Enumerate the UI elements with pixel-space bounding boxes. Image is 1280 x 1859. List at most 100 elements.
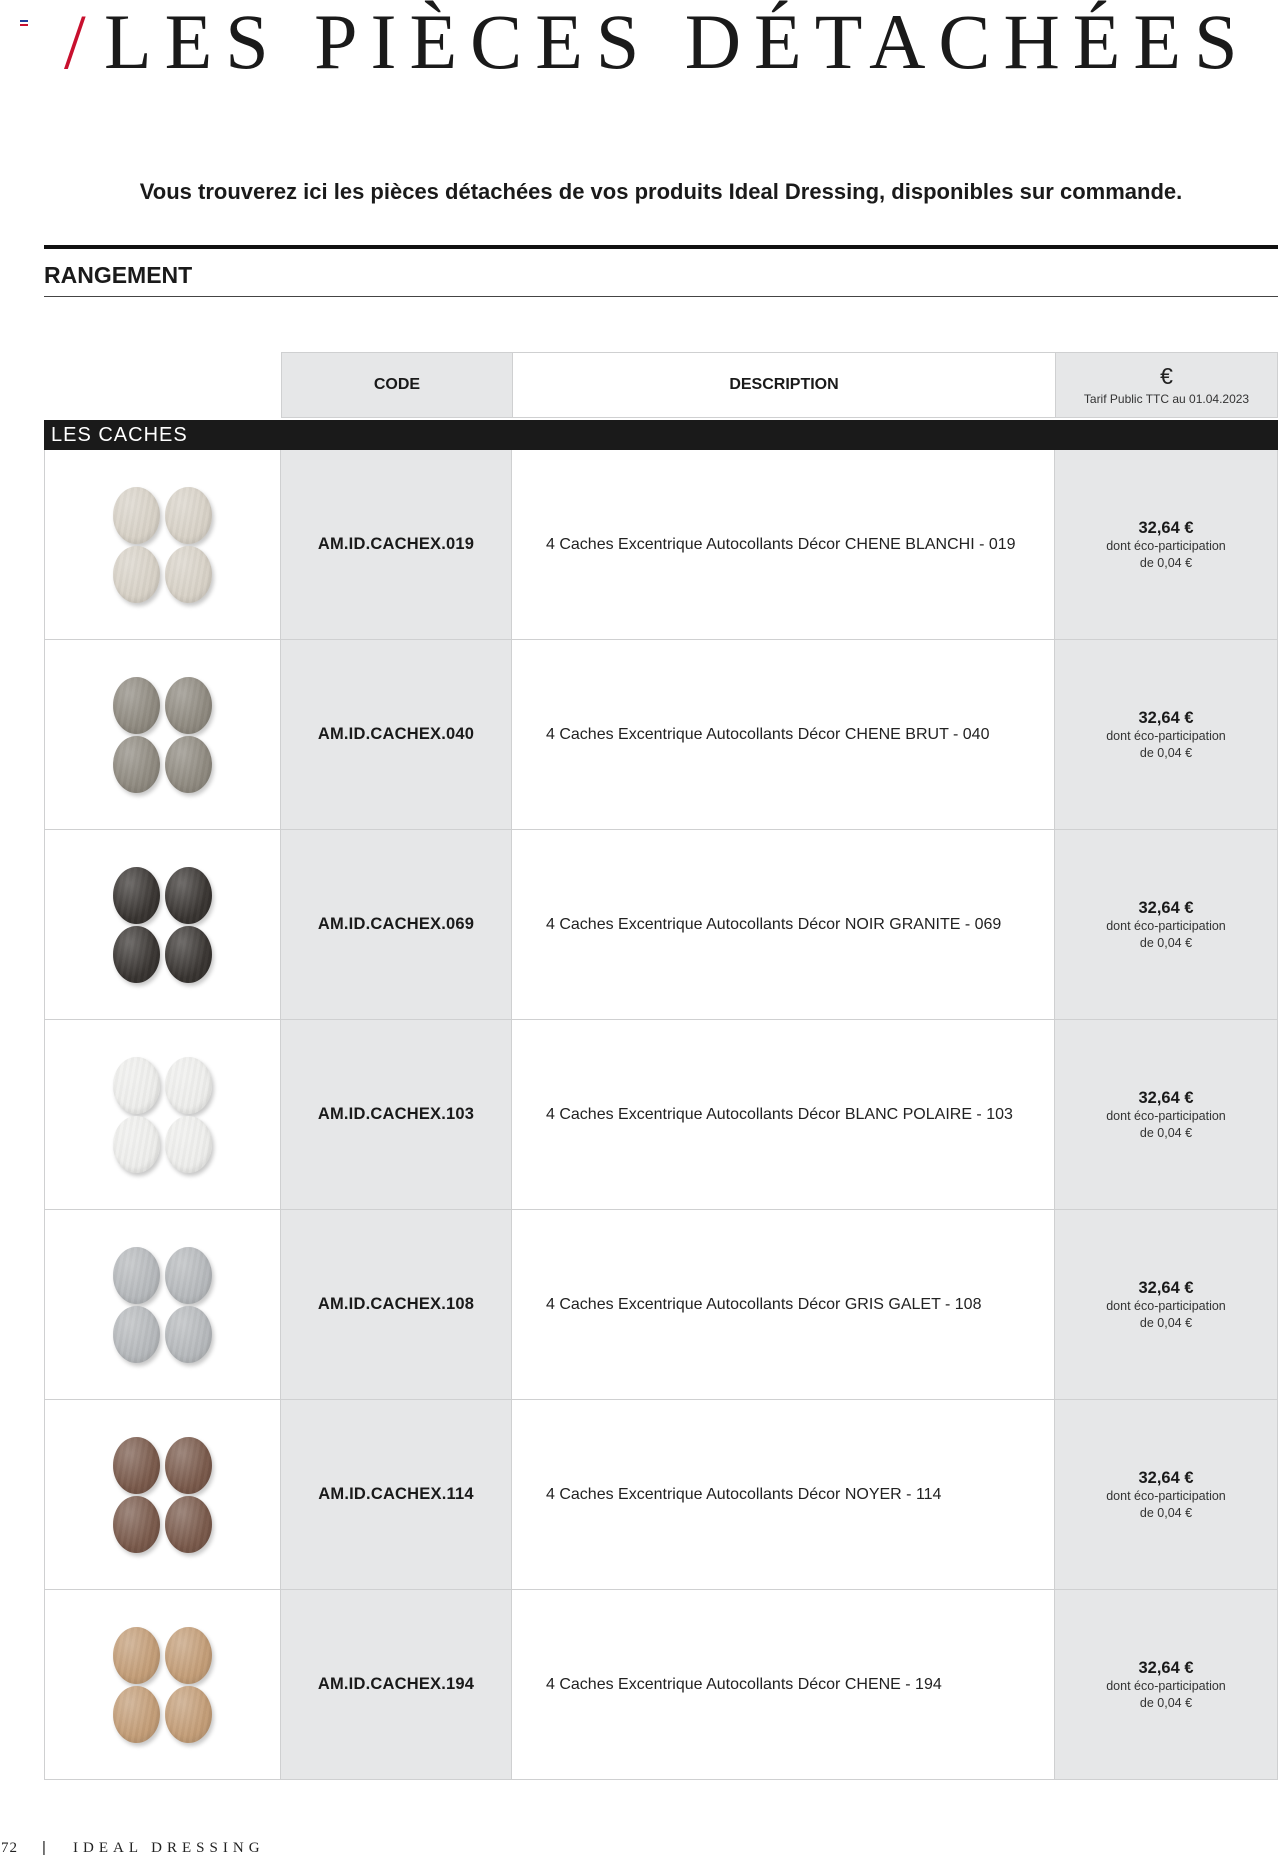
cache-oval [113, 1056, 160, 1114]
product-price: 32,64 € [1138, 1658, 1194, 1677]
header-price: € Tarif Public TTC au 01.04.2023 [1055, 352, 1278, 418]
product-image [44, 1210, 281, 1399]
product-code: AM.ID.CACHEX.194 [281, 1590, 512, 1779]
table-row: AM.ID.CACHEX.019 4 Caches Excentrique Aut… [44, 450, 1278, 640]
product-code: AM.ID.CACHEX.108 [281, 1210, 512, 1399]
flag-stripe [20, 24, 28, 26]
cache-oval [165, 735, 212, 793]
cache-oval [165, 1495, 212, 1553]
product-description: 4 Caches Excentrique Autocollants Décor … [546, 916, 1002, 933]
header-code-label: CODE [373, 376, 421, 393]
eco-participation-amount: de 0,04 € [1139, 935, 1193, 950]
product-description: 4 Caches Excentrique Autocollants Décor … [546, 726, 990, 743]
product-image [44, 1400, 281, 1589]
swatch-caches [113, 1626, 212, 1743]
parts-table: AM.ID.CACHEX.019 4 Caches Excentrique Aut… [44, 450, 1278, 1780]
header-description-label: DESCRIPTION [729, 376, 839, 393]
section-rule-top [44, 245, 1278, 249]
product-price: 32,64 € [1138, 1278, 1194, 1297]
product-description-cell: 4 Caches Excentrique Autocollants Décor … [512, 1590, 1055, 1779]
eco-participation-label: dont éco-participation [1106, 728, 1226, 743]
eco-participation-label: dont éco-participation [1106, 1298, 1226, 1313]
header-price-note: Tarif Public TTC au 01.04.2023 [1083, 392, 1250, 406]
cache-oval [113, 1115, 160, 1173]
section-title: RANGEMENT [44, 262, 193, 288]
cache-oval [165, 925, 212, 983]
product-price: 32,64 € [1138, 518, 1194, 537]
product-image [44, 450, 281, 639]
table-row: AM.ID.CACHEX.194 4 Caches Excentrique Aut… [44, 1590, 1278, 1780]
product-description-cell: 4 Caches Excentrique Autocollants Décor … [512, 640, 1055, 829]
cache-oval [113, 676, 160, 734]
product-price: 32,64 € [1138, 708, 1194, 727]
flag-icon [20, 20, 28, 26]
cache-oval [113, 1626, 160, 1684]
table-row: AM.ID.CACHEX.040 4 Caches Excentrique Aut… [44, 640, 1278, 830]
product-code: AM.ID.CACHEX.114 [281, 1400, 512, 1589]
eco-participation-amount: de 0,04 € [1139, 555, 1193, 570]
eco-participation-amount: de 0,04 € [1139, 745, 1193, 760]
cache-oval [113, 1246, 160, 1304]
product-image [44, 640, 281, 829]
euro-icon: € [1160, 363, 1173, 389]
cache-oval [165, 1305, 212, 1363]
eco-participation-amount: de 0,04 € [1139, 1315, 1193, 1330]
cache-oval [165, 1246, 212, 1304]
product-code: AM.ID.CACHEX.019 [281, 450, 512, 639]
page-title: LES PIÈCES DÉTACHÉES [104, 0, 1251, 85]
cache-oval [165, 1685, 212, 1743]
product-description-cell: 4 Caches Excentrique Autocollants Décor … [512, 1020, 1055, 1209]
product-price: 32,64 € [1138, 1468, 1194, 1487]
swatch-caches [113, 866, 212, 983]
title-slash: / [64, 0, 86, 85]
eco-participation-label: dont éco-participation [1106, 1488, 1226, 1503]
page-number: 72 [1, 1840, 18, 1856]
swatch-caches [113, 1056, 212, 1173]
swatch-caches [113, 1436, 212, 1553]
header-code: CODE [281, 352, 513, 418]
product-code: AM.ID.CACHEX.040 [281, 640, 512, 829]
product-price-cell: 32,64 € dont éco-participation de 0,04 € [1055, 1400, 1278, 1589]
eco-participation-amount: de 0,04 € [1139, 1505, 1193, 1520]
product-description-cell: 4 Caches Excentrique Autocollants Décor … [512, 450, 1055, 639]
footer-separator: | [42, 1839, 46, 1856]
section-rule-bottom [44, 296, 1278, 297]
product-description: 4 Caches Excentrique Autocollants Décor … [546, 1106, 1013, 1123]
cache-oval [165, 1056, 212, 1114]
product-price: 32,64 € [1138, 1088, 1194, 1107]
cache-oval [165, 1436, 212, 1494]
table-row: AM.ID.CACHEX.069 4 Caches Excentrique Aut… [44, 830, 1278, 1020]
product-image [44, 1020, 281, 1209]
cache-oval [113, 735, 160, 793]
product-description-cell: 4 Caches Excentrique Autocollants Décor … [512, 830, 1055, 1019]
product-image [44, 830, 281, 1019]
cache-oval [165, 486, 212, 544]
product-image [44, 1590, 281, 1779]
cache-oval [113, 1685, 160, 1743]
cache-oval [113, 1436, 160, 1494]
swatch-caches [113, 1246, 212, 1363]
cache-oval [113, 866, 160, 924]
eco-participation-amount: de 0,04 € [1139, 1695, 1193, 1710]
product-price-cell: 32,64 € dont éco-participation de 0,04 € [1055, 640, 1278, 829]
cache-oval [113, 486, 160, 544]
cache-oval [165, 545, 212, 603]
product-price-cell: 32,64 € dont éco-participation de 0,04 € [1055, 1210, 1278, 1399]
intro-text: Vous trouverez ici les pièces détachées … [139, 179, 1183, 204]
header-description: DESCRIPTION [512, 352, 1056, 418]
eco-participation-label: dont éco-participation [1106, 538, 1226, 553]
cache-oval [113, 1495, 160, 1553]
eco-participation-label: dont éco-participation [1106, 918, 1226, 933]
table-row: AM.ID.CACHEX.114 4 Caches Excentrique Aut… [44, 1400, 1278, 1590]
group-header: LES CACHES [44, 420, 1278, 450]
eco-participation-label: dont éco-participation [1106, 1108, 1226, 1123]
cache-oval [113, 1305, 160, 1363]
product-description: 4 Caches Excentrique Autocollants Décor … [546, 1296, 982, 1313]
product-price-cell: 32,64 € dont éco-participation de 0,04 € [1055, 830, 1278, 1019]
table-row: AM.ID.CACHEX.108 4 Caches Excentrique Aut… [44, 1210, 1278, 1400]
product-price: 32,64 € [1138, 898, 1194, 917]
swatch-caches [113, 676, 212, 793]
cache-oval [113, 545, 160, 603]
swatch-caches [113, 486, 212, 603]
product-description: 4 Caches Excentrique Autocollants Décor … [546, 536, 1016, 553]
